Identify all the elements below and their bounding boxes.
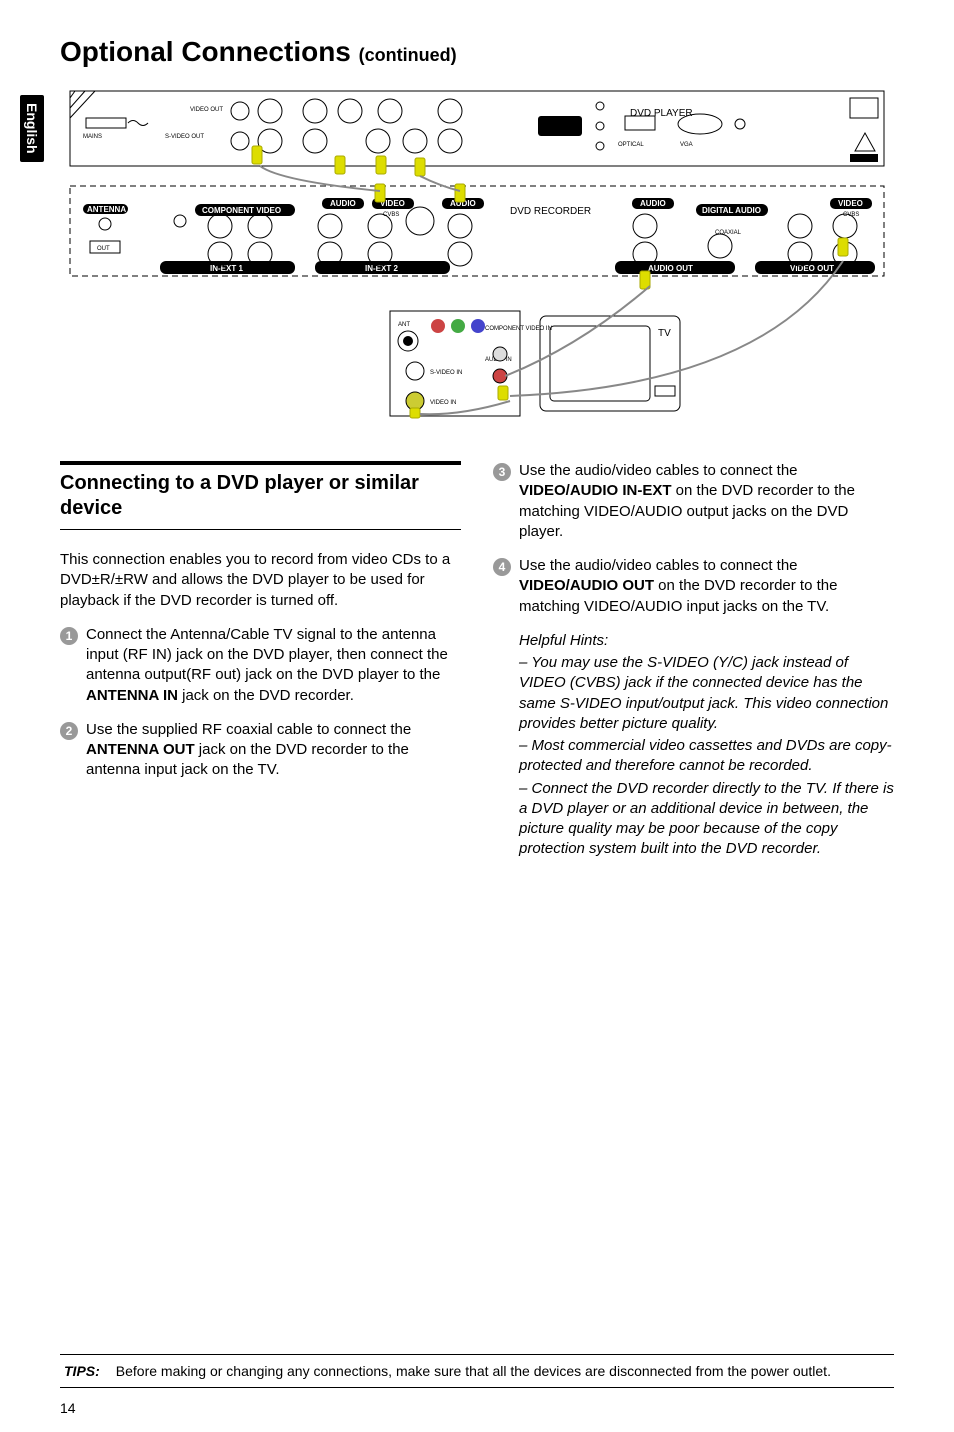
svg-text:AUDIO: AUDIO: [640, 199, 666, 208]
svg-text:MAINS: MAINS: [83, 134, 102, 140]
svg-text:COMPONENT VIDEO IN: COMPONENT VIDEO IN: [485, 326, 552, 332]
svg-text:IN-EXT 2: IN-EXT 2: [365, 264, 398, 273]
step-number-2: 2: [60, 722, 78, 740]
step-number-1: 1: [60, 627, 78, 645]
step-number-3: 3: [493, 463, 511, 481]
svg-text:AUDIO OUT: AUDIO OUT: [648, 264, 693, 273]
tips-footer: TIPS: Before making or changing any conn…: [60, 1354, 894, 1388]
svg-text:CVBS: CVBS: [843, 212, 859, 218]
step-3: 3 Use the audio/video cables to connect …: [493, 461, 894, 542]
svg-text:S-VIDEO OUT: S-VIDEO OUT: [165, 134, 204, 140]
tv-label: TV: [658, 328, 671, 339]
page-number: 14: [60, 1400, 76, 1416]
connection-diagram: DVD PLAYER VIDEO OUT S-VIDEO OUT MAINS O…: [60, 86, 894, 431]
svg-text:VIDEO IN: VIDEO IN: [430, 400, 456, 406]
section-heading: Connecting to a DVD player or similar de…: [60, 471, 461, 521]
tips-label: TIPS:: [64, 1363, 100, 1379]
section-heading-rule: Connecting to a DVD player or similar de…: [60, 461, 461, 530]
svg-text:VIDEO: VIDEO: [838, 199, 863, 208]
svg-text:COAXIAL: COAXIAL: [715, 230, 742, 236]
svg-text:OPTICAL: OPTICAL: [618, 142, 644, 148]
step-2-text: Use the supplied RF coaxial cable to con…: [86, 720, 461, 781]
svg-text:VIDEO OUT: VIDEO OUT: [190, 107, 223, 113]
step-1: 1 Connect the Antenna/Cable TV signal to…: [60, 625, 461, 706]
hint-1: – You may use the S-VIDEO (Y/C) jack ins…: [519, 653, 894, 734]
svg-text:OUT: OUT: [97, 246, 110, 252]
step-4-text: Use the audio/video cables to connect th…: [519, 556, 894, 617]
svg-text:ANT: ANT: [398, 322, 410, 328]
svg-text:CVBS: CVBS: [383, 212, 399, 218]
svg-text:COMPONENT VIDEO: COMPONENT VIDEO: [202, 206, 281, 215]
step-4: 4 Use the audio/video cables to connect …: [493, 556, 894, 617]
step-3-text: Use the audio/video cables to connect th…: [519, 461, 894, 542]
intro-paragraph: This connection enables you to record fr…: [60, 550, 461, 611]
step-number-4: 4: [493, 558, 511, 576]
hint-2: – Most commercial video cassettes and DV…: [519, 736, 894, 777]
svg-text:ANTENNA: ANTENNA: [87, 205, 126, 214]
title-main: Optional Connections: [60, 36, 351, 67]
dvd-recorder-label: DVD RECORDER: [510, 206, 591, 217]
left-column: Connecting to a DVD player or similar de…: [60, 461, 461, 862]
page-title: Optional Connections (continued): [60, 36, 894, 68]
svg-text:S-VIDEO IN: S-VIDEO IN: [430, 370, 462, 376]
svg-text:DIGITAL AUDIO: DIGITAL AUDIO: [702, 206, 761, 215]
hint-3: – Connect the DVD recorder directly to t…: [519, 779, 894, 860]
hints-heading: Helpful Hints:: [519, 631, 894, 651]
step-2: 2 Use the supplied RF coaxial cable to c…: [60, 720, 461, 781]
svg-text:VGA: VGA: [680, 142, 693, 148]
language-tab: English: [20, 95, 44, 162]
step-1-text: Connect the Antenna/Cable TV signal to t…: [86, 625, 461, 706]
tips-text: Before making or changing any connection…: [116, 1363, 831, 1379]
title-continued: (continued): [359, 45, 457, 65]
svg-text:AUDIO: AUDIO: [330, 199, 356, 208]
right-column: 3 Use the audio/video cables to connect …: [493, 461, 894, 862]
